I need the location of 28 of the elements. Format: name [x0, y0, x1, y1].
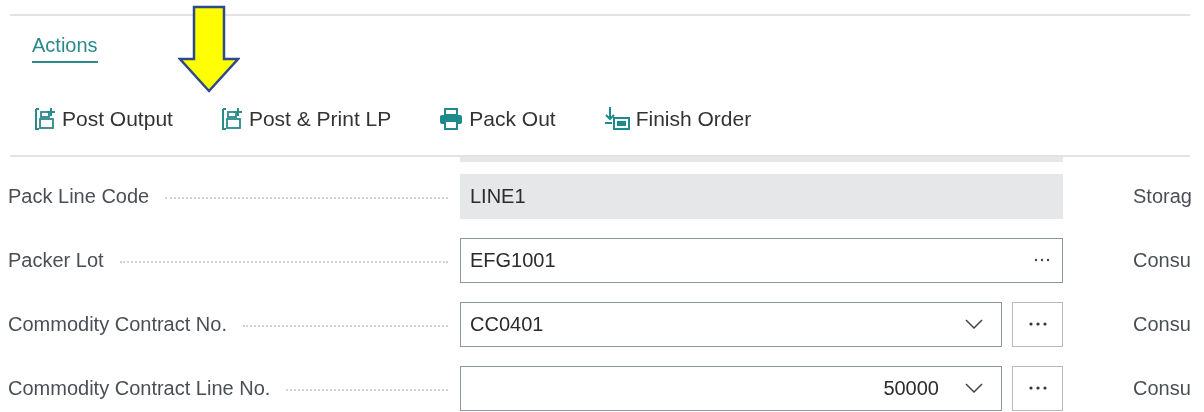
chevron-down-icon [965, 383, 983, 393]
finish-document-icon [603, 107, 630, 131]
field-label: Commodity Contract Line No. [8, 376, 271, 400]
action-button[interactable]: Post & Print LP [220, 102, 392, 136]
field-label: Pack Line Code [8, 184, 150, 208]
document-add-icon [220, 107, 243, 131]
chevron-down-icon [965, 319, 983, 329]
more-icon[interactable] [1034, 258, 1050, 262]
field-label: Commodity Contract No. [8, 312, 227, 336]
printer-icon [439, 108, 464, 130]
field-label: Packer Lot [8, 248, 104, 272]
dropdown-field[interactable]: 50000 [460, 365, 1002, 411]
action-button[interactable]: Post Output [34, 102, 173, 136]
action-button[interactable]: Pack Out [439, 102, 556, 136]
more-options-button[interactable] [1012, 365, 1063, 411]
field-label: Consu [1133, 312, 1191, 336]
lookup-field[interactable]: EFG1001 [460, 237, 1063, 283]
field-label: Consu [1133, 376, 1191, 400]
document-add-icon [34, 107, 56, 131]
more-options-button[interactable] [1012, 301, 1063, 347]
field-label: Storag [1133, 184, 1192, 208]
dropdown-field[interactable]: CC0401 [460, 301, 1002, 347]
more-icon [1028, 322, 1047, 326]
actions-tab[interactable]: Actions [32, 34, 98, 63]
more-icon [1028, 386, 1047, 390]
action-button[interactable]: Finish Order [603, 102, 752, 136]
field-label: Consu [1133, 248, 1191, 272]
read-only-field: LINE1 [460, 173, 1063, 219]
